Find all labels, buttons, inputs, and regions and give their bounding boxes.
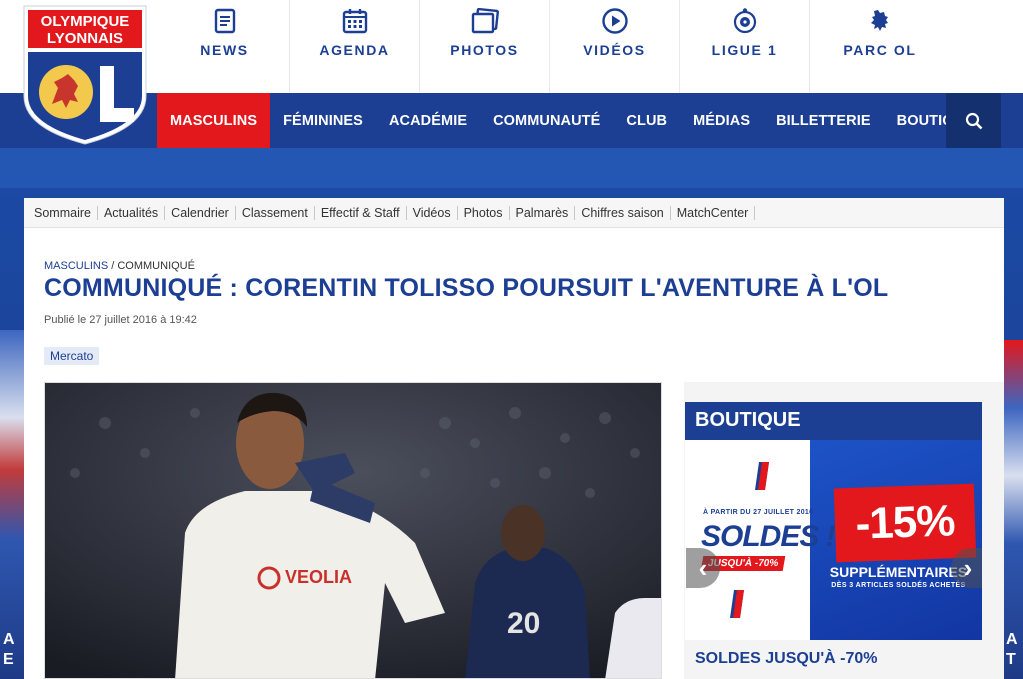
play-icon <box>600 6 630 36</box>
banner-discount: -15% <box>833 483 977 563</box>
breadcrumb: MASCULINS / COMMUNIQUÉ <box>44 260 195 272</box>
lion-icon <box>865 6 895 36</box>
chevron-left-icon: ‹ <box>698 552 708 583</box>
top-nav: NEWS AGENDA PHOTOS VIDÉOS LIGUE 1 PARC O… <box>160 0 950 93</box>
search-button[interactable] <box>946 93 1001 148</box>
search-icon <box>965 112 982 129</box>
subnav-effectif-staff[interactable]: Effectif & Staff <box>315 205 407 220</box>
subnav-classement[interactable]: Classement <box>236 205 315 220</box>
main-nav-masculins[interactable]: MASCULINS <box>157 93 271 148</box>
subnav-matchcenter[interactable]: MatchCenter <box>671 205 756 220</box>
breadcrumb-separator: / <box>108 260 118 272</box>
club-logo[interactable]: OLYMPIQUE LYONNAIS <box>22 4 148 146</box>
main-nav-academie[interactable]: ACADÉMIE <box>376 93 480 148</box>
main-nav-feminines[interactable]: FÉMININES <box>270 93 376 148</box>
main-nav-billetterie[interactable]: BILLETTERIE <box>763 93 884 148</box>
ligue1-icon <box>730 6 760 36</box>
top-nav-label: PHOTOS <box>450 42 519 58</box>
side-banner-left[interactable]: A E <box>0 330 24 679</box>
subnav-chiffres-saison[interactable]: Chiffres saison <box>575 205 671 220</box>
logo-text-line2: LYONNAIS <box>47 30 123 47</box>
content-panel: Sommaire Actualités Calendrier Classemen… <box>24 198 1004 679</box>
breadcrumb-current: COMMUNIQUÉ <box>117 260 195 272</box>
subnav-calendrier[interactable]: Calendrier <box>165 205 236 220</box>
promo-title[interactable]: SOLDES JUSQU'À -70% <box>695 650 878 668</box>
subnav-photos[interactable]: Photos <box>458 205 510 220</box>
chevron-right-icon: › <box>963 552 973 583</box>
section-subnav: Sommaire Actualités Calendrier Classemen… <box>24 198 1004 228</box>
top-nav-ligue1[interactable]: LIGUE 1 <box>680 0 810 93</box>
subnav-palmares[interactable]: Palmarès <box>510 205 576 220</box>
top-nav-label: VIDÉOS <box>583 42 646 58</box>
photo-sponsor-text: VEOLIA <box>285 567 352 587</box>
top-nav-photos[interactable]: PHOTOS <box>420 0 550 93</box>
ol-flag-icon <box>730 590 744 618</box>
news-icon <box>210 6 240 36</box>
main-nav-medias[interactable]: MÉDIAS <box>680 93 763 148</box>
top-nav-parc-ol[interactable]: PARC OL <box>810 0 950 93</box>
main-nav-club[interactable]: CLUB <box>613 93 680 148</box>
banner-date-text: À PARTIR DU 27 JUILLET 2016 <box>703 509 814 516</box>
side-banner-right-text: A T <box>1006 631 1018 668</box>
top-nav-label: NEWS <box>200 42 249 58</box>
logo-text-line1: OLYMPIQUE <box>41 13 130 30</box>
carousel-prev-button[interactable]: ‹ <box>686 548 720 588</box>
boutique-heading: BOUTIQUE <box>685 402 982 440</box>
article-photo: VEOLIA 20 <box>44 382 662 679</box>
top-nav-label: LIGUE 1 <box>711 42 778 58</box>
publish-date: Publié le 27 juillet 2016 à 19:42 <box>44 314 197 326</box>
hero-band <box>0 148 1023 188</box>
top-nav-news[interactable]: NEWS <box>160 0 290 93</box>
ol-flag-icon <box>755 462 769 490</box>
boutique-sidebar: BOUTIQUE À PARTIR DU 27 JUILLET 2016 SOL… <box>684 382 1004 679</box>
main-nav-communaute[interactable]: COMMUNAUTÉ <box>480 93 613 148</box>
top-nav-videos[interactable]: VIDÉOS <box>550 0 680 93</box>
calendar-icon <box>340 6 370 36</box>
boutique-carousel[interactable]: À PARTIR DU 27 JUILLET 2016 SOLDES ! JUS… <box>685 440 982 640</box>
subnav-actualites[interactable]: Actualités <box>98 205 166 220</box>
subnav-videos[interactable]: Vidéos <box>407 205 458 220</box>
top-nav-label: PARC OL <box>843 42 917 58</box>
breadcrumb-section-link[interactable]: MASCULINS <box>44 260 108 272</box>
top-nav-agenda[interactable]: AGENDA <box>290 0 420 93</box>
banner-soldes-text: SOLDES ! <box>701 520 836 553</box>
tag-mercato[interactable]: Mercato <box>44 347 100 365</box>
top-nav-label: AGENDA <box>319 42 390 58</box>
side-banner-left-text: A E <box>3 631 15 668</box>
photo-jersey-number: 20 <box>507 607 540 640</box>
main-nav: MASCULINS FÉMININES ACADÉMIE COMMUNAUTÉ … <box>0 93 1023 148</box>
photos-icon <box>470 6 500 36</box>
article-title: COMMUNIQUÉ : CORENTIN TOLISSO POURSUIT L… <box>44 274 889 302</box>
top-header: NEWS AGENDA PHOTOS VIDÉOS LIGUE 1 PARC O… <box>0 0 1023 93</box>
subnav-sommaire[interactable]: Sommaire <box>28 205 98 220</box>
side-banner-right[interactable]: A T <box>1004 340 1023 679</box>
